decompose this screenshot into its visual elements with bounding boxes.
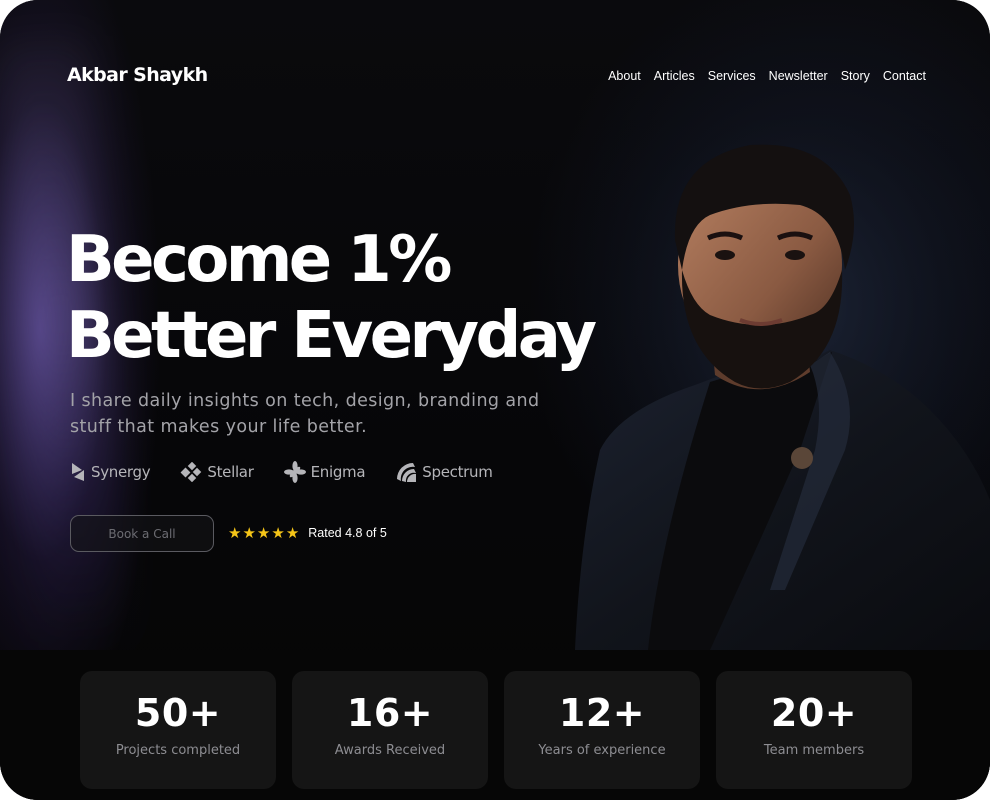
rating: ★ ★ ★ ★ ★ Rated 4.8 of 5 bbox=[228, 524, 387, 542]
headline-line-1: Become 1% bbox=[66, 223, 452, 297]
stat-card-team: 20+ Team members bbox=[716, 671, 912, 789]
brand-stellar: Stellar bbox=[180, 462, 254, 482]
brand-stellar-label: Stellar bbox=[207, 463, 254, 481]
brand-enigma-label: Enigma bbox=[310, 463, 366, 481]
hero-headline: Become 1% Better Everyday bbox=[66, 222, 597, 374]
stat-label: Projects completed bbox=[115, 743, 241, 758]
star-icon: ★ bbox=[242, 524, 256, 542]
star-icon: ★ bbox=[256, 524, 271, 542]
nav-about[interactable]: About bbox=[608, 69, 641, 83]
nav-articles[interactable]: Articles bbox=[654, 69, 695, 83]
rating-stars: ★ ★ ★ ★ ★ bbox=[228, 524, 299, 542]
nav-newsletter[interactable]: Newsletter bbox=[769, 69, 828, 83]
nav-contact[interactable]: Contact bbox=[883, 69, 926, 83]
stat-label: Awards Received bbox=[334, 743, 446, 758]
brand-logos: Synergy Stellar Enigma Spectrum bbox=[70, 461, 493, 483]
stat-card-experience: 12+ Years of experience bbox=[504, 671, 700, 789]
portrait-image bbox=[560, 120, 990, 650]
stat-value: 50+ bbox=[134, 691, 222, 735]
stat-card-awards: 16+ Awards Received bbox=[292, 671, 488, 789]
spectrum-logo-icon bbox=[397, 463, 417, 482]
star-icon: ★ bbox=[271, 524, 285, 542]
stat-card-projects: 50+ Projects completed bbox=[80, 671, 276, 789]
stat-value: 16+ bbox=[346, 691, 434, 735]
star-icon: ★ bbox=[228, 524, 242, 542]
site-logo[interactable]: Akbar Shaykh bbox=[67, 64, 208, 86]
stat-value: 12+ bbox=[558, 691, 646, 735]
rating-text: Rated 4.8 of 5 bbox=[308, 526, 387, 540]
main-nav: About Articles Services Newsletter Story… bbox=[608, 69, 926, 83]
book-a-call-button[interactable]: Book a Call bbox=[70, 515, 214, 552]
headline-line-2: Better Everyday bbox=[66, 299, 597, 373]
nav-story[interactable]: Story bbox=[841, 69, 870, 83]
brand-synergy-label: Synergy bbox=[91, 463, 151, 481]
enigma-logo-icon bbox=[283, 461, 306, 483]
stellar-logo-icon bbox=[180, 462, 202, 482]
nav-services[interactable]: Services bbox=[708, 69, 756, 83]
brand-spectrum-label: Spectrum bbox=[422, 463, 493, 481]
stat-label: Team members bbox=[763, 743, 865, 758]
stat-value: 20+ bbox=[770, 691, 858, 735]
star-icon: ★ bbox=[285, 524, 300, 542]
brand-synergy: Synergy bbox=[70, 462, 151, 482]
hero-subtitle: I share daily insights on tech, design, … bbox=[70, 391, 540, 437]
page-frame: Akbar Shaykh About Articles Services New… bbox=[0, 0, 990, 800]
brand-spectrum: Spectrum bbox=[395, 461, 493, 483]
synergy-logo-icon bbox=[72, 463, 84, 481]
brand-enigma: Enigma bbox=[283, 461, 366, 483]
stat-label: Years of experience bbox=[538, 743, 666, 758]
